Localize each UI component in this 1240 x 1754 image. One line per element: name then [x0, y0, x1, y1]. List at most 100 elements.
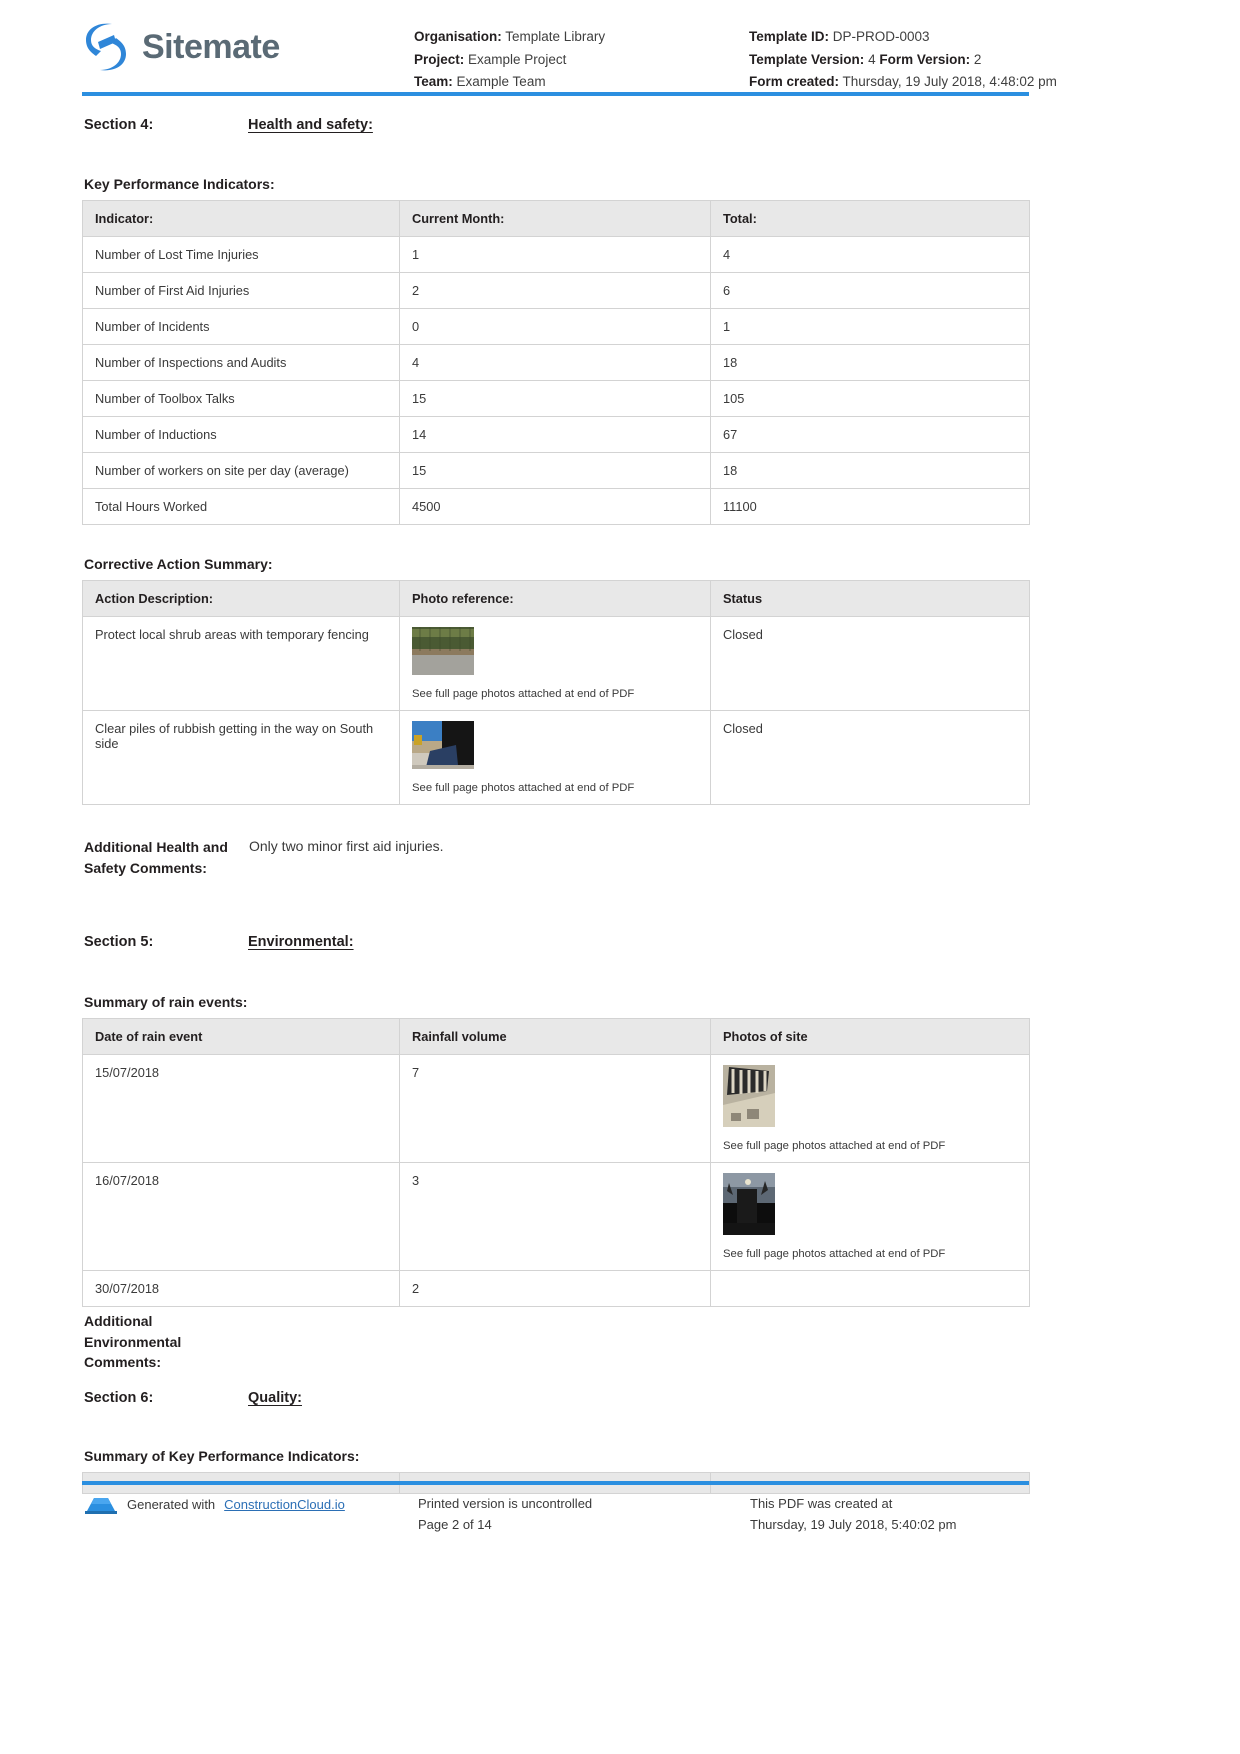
rubbish-pile-photo: [412, 721, 474, 769]
table-row: Number of First Aid Injuries 2 6: [82, 272, 1030, 309]
hs-comments-value: Only two minor first aid injuries.: [249, 838, 444, 854]
kpi-cell-indicator: Number of Lost Time Injuries: [82, 236, 400, 273]
rain-cell-date: 15/07/2018: [82, 1054, 400, 1163]
rain-col-photos: Photos of site: [710, 1018, 1030, 1055]
footer-generated-with: Generated with ConstructionCloud.io: [84, 1493, 345, 1515]
rain-cell-date: 30/07/2018: [82, 1270, 400, 1307]
rain-table-header-row: Date of rain event Rainfall volume Photo…: [82, 1018, 1030, 1055]
constructioncloud-link[interactable]: ConstructionCloud.io: [224, 1497, 345, 1512]
table-row: Number of Toolbox Talks 15 105: [82, 380, 1030, 417]
header-form-version-value: 2: [973, 51, 982, 67]
section-4-label: Section 4:: [84, 117, 154, 133]
rain-table-title: Summary of rain events:: [84, 994, 248, 1010]
header-divider: [82, 92, 1029, 96]
kpi-cell-current: 14: [399, 416, 711, 453]
kpi-cell-indicator: Number of First Aid Injuries: [82, 272, 400, 309]
kpi-cell-total: 18: [710, 452, 1030, 489]
rain-cell-volume: 2: [399, 1270, 711, 1307]
fence-shrub-photo: [412, 627, 474, 675]
page-footer: Generated with ConstructionCloud.io Prin…: [0, 1489, 1240, 1549]
sitemate-logo-icon: [84, 22, 128, 72]
header-team-label: Team:: [414, 74, 453, 89]
footer-created-label: This PDF was created at: [750, 1496, 893, 1511]
corrective-cell-description: Protect local shrub areas with temporary…: [82, 616, 400, 711]
kpi-cell-total: 18: [710, 344, 1030, 381]
rain-cell-volume: 7: [399, 1054, 711, 1163]
photo-caption: See full page photos attached at end of …: [412, 688, 635, 700]
header-meta-left: Organisation: Template Library Project: …: [414, 26, 605, 94]
stadium-roof-photo: [723, 1065, 775, 1127]
section-6-name: Quality:: [248, 1390, 302, 1406]
brand-name: Sitemate: [142, 27, 280, 66]
rain-cell-date: 16/07/2018: [82, 1162, 400, 1271]
table-row: Protect local shrub areas with temporary…: [82, 616, 1030, 711]
kpi-cell-total: 4: [710, 236, 1030, 273]
header-template-version-label: Template Version:: [749, 51, 865, 67]
footer-created-info: This PDF was created at Thursday, 19 Jul…: [750, 1493, 956, 1535]
header-form-created-value: Thursday, 19 July 2018, 4:48:02 pm: [842, 74, 1057, 89]
rain-cell-volume: 3: [399, 1162, 711, 1271]
status-badge: Closed: [710, 710, 1030, 805]
rain-cell-photo: [710, 1270, 1030, 1307]
footer-divider: [82, 1481, 1029, 1485]
kpi-col-indicator: Indicator:: [82, 200, 400, 237]
header-project-label: Project:: [414, 51, 465, 67]
corrective-col-status: Status: [710, 580, 1030, 617]
footer-print-info: Printed version is uncontrolled Page 2 o…: [418, 1493, 592, 1535]
rain-cell-photo: See full page photos attached at end of …: [710, 1054, 1030, 1163]
rain-events-table: Date of rain event Rainfall volume Photo…: [82, 1018, 1030, 1307]
kpi-cell-total: 6: [710, 272, 1030, 309]
kpi-cell-total: 105: [710, 380, 1030, 417]
header-template-id-value: DP-PROD-0003: [832, 29, 930, 44]
table-row: Number of Incidents 0 1: [82, 308, 1030, 345]
env-comments-label: Additional Environmental Comments:: [84, 1313, 182, 1370]
footer-uncontrolled-text: Printed version is uncontrolled: [418, 1496, 593, 1511]
corrective-cell-description: Clear piles of rubbish getting in the wa…: [82, 710, 400, 805]
header-form-created: Form created: Thursday, 19 July 2018, 4:…: [749, 71, 1057, 94]
kpi-table-header-row: Indicator: Current Month: Total:: [82, 200, 1030, 237]
header-template-version-value: 4: [868, 51, 876, 67]
page-header: Sitemate Organisation: Template Library …: [0, 0, 1240, 96]
kpi-cell-current: 15: [399, 452, 711, 489]
kpi-cell-indicator: Number of Incidents: [82, 308, 400, 345]
kpi-cell-current: 4: [399, 344, 711, 381]
kpi-col-current-month: Current Month:: [399, 200, 711, 237]
table-row: Number of workers on site per day (avera…: [82, 452, 1030, 489]
table-row: Total Hours Worked 4500 11100: [82, 488, 1030, 525]
hs-comments-label: Additional Health and Safety Comments:: [84, 839, 228, 876]
rain-cell-photo: See full page photos attached at end of …: [710, 1162, 1030, 1271]
table-row: Number of Inspections and Audits 4 18: [82, 344, 1030, 381]
kpi-cell-current: 4500: [399, 488, 711, 525]
kpi-cell-indicator: Total Hours Worked: [82, 488, 400, 525]
kpi-cell-current: 2: [399, 272, 711, 309]
brand-logo: Sitemate: [84, 22, 280, 72]
header-form-created-label: Form created:: [749, 74, 840, 89]
footer-created-timestamp: Thursday, 19 July 2018, 5:40:02 pm: [750, 1517, 957, 1532]
corrective-cell-photo: See full page photos attached at end of …: [399, 710, 711, 805]
header-versions: Template Version: 4 Form Version: 2: [749, 49, 1057, 72]
kpi-cell-total: 1: [710, 308, 1030, 345]
table-row: Number of Inductions 14 67: [82, 416, 1030, 453]
header-meta-right: Template ID: DP-PROD-0003 Template Versi…: [749, 26, 1057, 94]
rain-col-date: Date of rain event: [82, 1018, 400, 1055]
kpi-cell-indicator: Number of Inspections and Audits: [82, 344, 400, 381]
kpi-cell-current: 15: [399, 380, 711, 417]
header-organisation: Organisation: Template Library: [414, 26, 605, 49]
status-badge: Closed: [710, 616, 1030, 711]
table-row: Clear piles of rubbish getting in the wa…: [82, 710, 1030, 805]
header-form-version-label: Form Version:: [879, 51, 971, 67]
table-row: Number of Lost Time Injuries 1 4: [82, 236, 1030, 273]
photo-caption: See full page photos attached at end of …: [723, 1140, 946, 1152]
kpi-cell-indicator: Number of Toolbox Talks: [82, 380, 400, 417]
header-organisation-label: Organisation:: [414, 29, 502, 44]
header-organisation-value: Template Library: [505, 29, 606, 44]
corrective-cell-photo: See full page photos attached at end of …: [399, 616, 711, 711]
table-row: 30/07/2018 2: [82, 1270, 1030, 1307]
kpi-table: Indicator: Current Month: Total: Number …: [82, 200, 1030, 525]
footer-generated-prefix: Generated with: [127, 1496, 216, 1512]
constructioncloud-icon: [84, 1493, 118, 1515]
header-team: Team: Example Team: [414, 71, 605, 94]
header-project-value: Example Project: [468, 51, 567, 67]
corrective-action-table: Action Description: Photo reference: Sta…: [82, 580, 1030, 805]
rain-col-volume: Rainfall volume: [399, 1018, 711, 1055]
